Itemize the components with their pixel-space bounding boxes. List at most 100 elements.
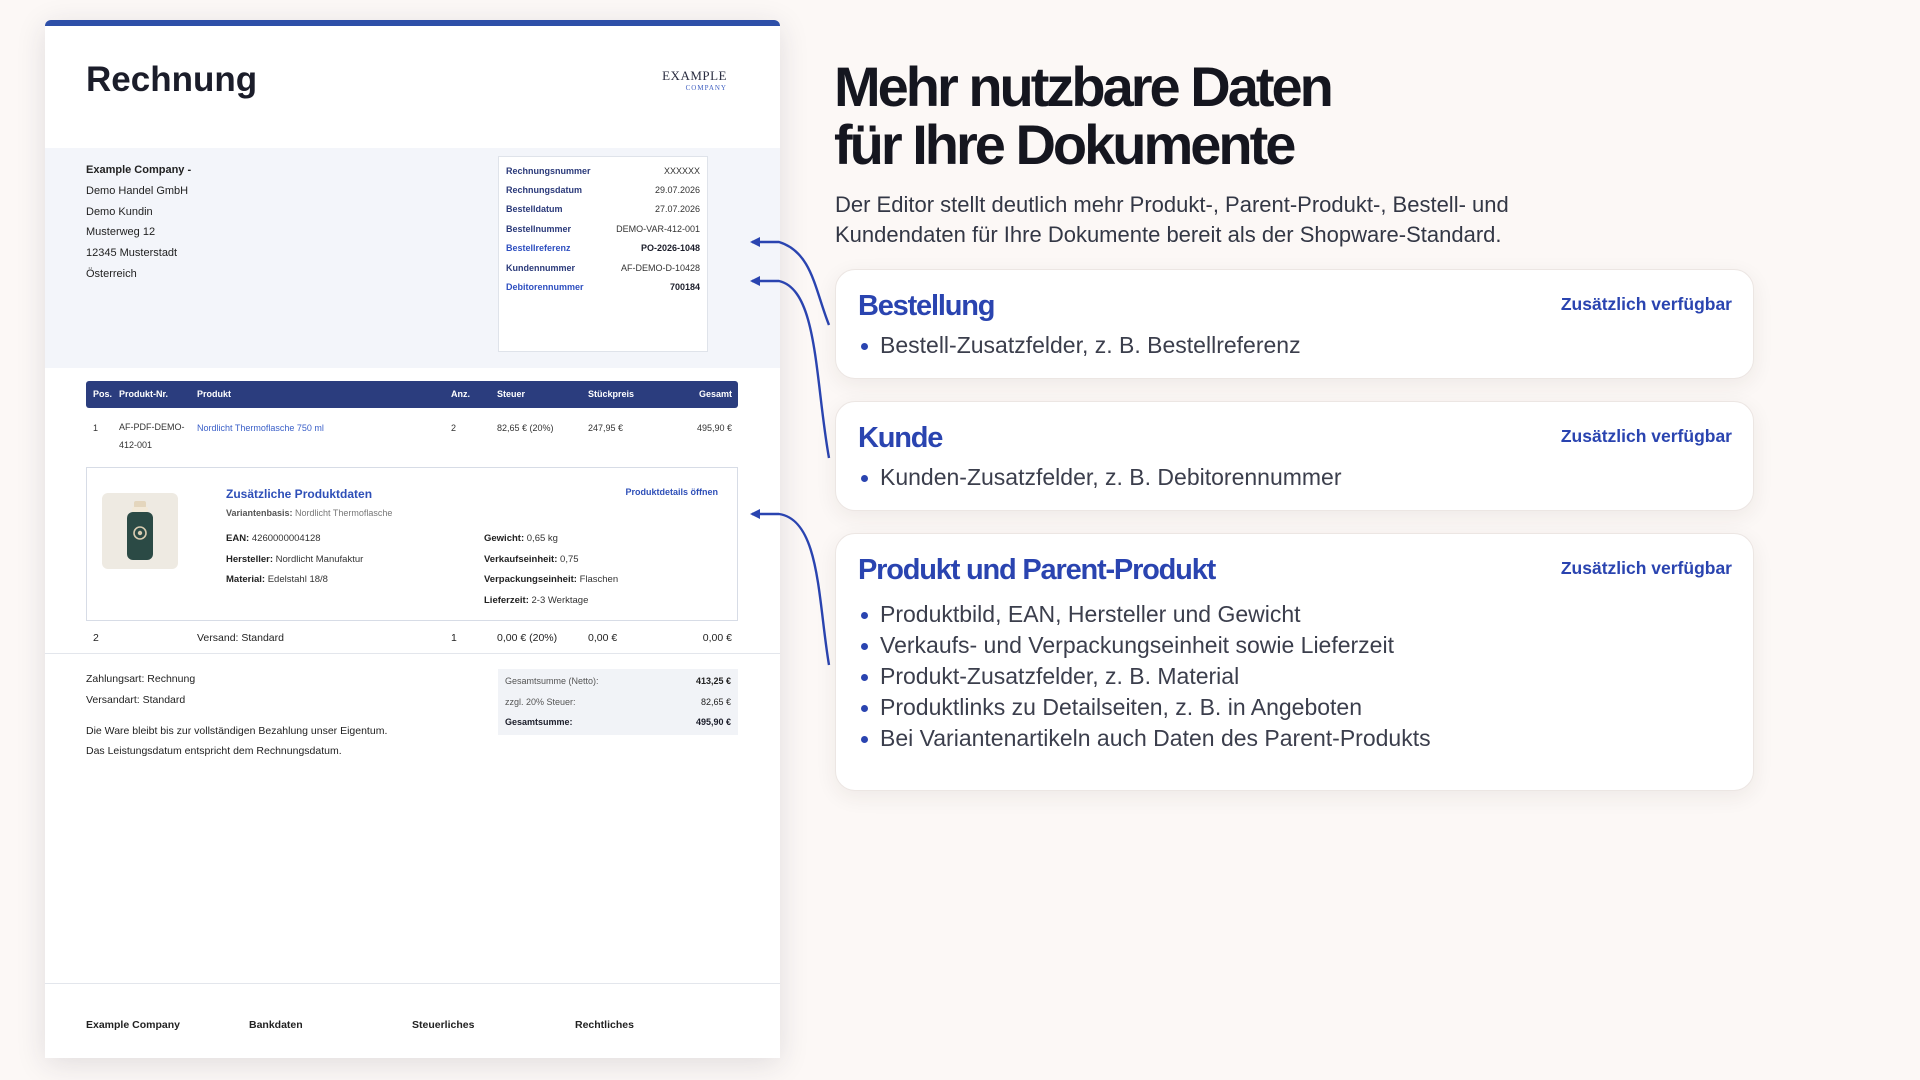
meta-value: DEMO-VAR-412-001 (616, 223, 700, 234)
payment-info: Zahlungsart: Rechnung Versandart: Standa… (86, 669, 387, 762)
card-title: Produkt und Parent-Produkt (858, 554, 1216, 586)
logo-line-1: EXAMPLE (662, 68, 727, 83)
variant-base-value: Nordlicht Thermoflasche (295, 508, 393, 518)
headline: Mehr nutzbare Daten für Ihre Dokumente (834, 55, 1334, 174)
card-title: Bestellung (858, 290, 995, 322)
meta-label: Bestelldatum (506, 204, 563, 215)
attr-label: Lieferzeit: (484, 595, 529, 607)
address-line: Demo Kundin (86, 205, 153, 218)
subheadline: Der Editor stellt deutlich mehr Produkt-… (835, 192, 1509, 247)
meta-row-invoice-date: Rechnungsdatum 29.07.2026 (506, 180, 700, 199)
cell-unit-price: 247,95 € (588, 423, 624, 433)
total-net: Gesamtsumme (Netto): 413,25 € (505, 671, 731, 692)
meta-value: 700184 (669, 282, 700, 293)
billing-address: Example Company - Demo Handel GmbH Demo … (86, 160, 191, 285)
footer-legal: Rechtliches (575, 1019, 634, 1031)
feature-card-customer: Kunde Zusätzlich verfügbar Kunden-Zusatz… (835, 401, 1754, 511)
attr-label: Material: (226, 574, 266, 586)
total-tax: zzgl. 20% Steuer: 82,65 € (505, 692, 731, 713)
footer-tax: Steuerliches (412, 1019, 475, 1031)
list-item: Bestell-Zusatzfelder, z. B. Bestellrefer… (858, 330, 1301, 361)
header-product-no: Produkt-Nr. (119, 389, 169, 399)
headline-line-1: Mehr nutzbare Daten (834, 55, 1334, 118)
total-value: 413,25 € (695, 676, 731, 687)
attr-value: 4260000004128 (251, 533, 321, 544)
attr-sales-unit: Verkaufseinheit: 0,75 (484, 550, 618, 571)
meta-row-debtor-number: Debitorennummer 700184 (506, 277, 700, 296)
address-line: 12345 Musterstadt (86, 247, 178, 260)
cell-tax: 82,65 € (20%) (497, 423, 554, 433)
header-tax: Steuer (497, 389, 526, 399)
thermos-bottle-icon (127, 501, 153, 560)
product-image (102, 493, 178, 569)
feature-list: Bestell-Zusatzfelder, z. B. Bestellrefer… (858, 330, 1301, 361)
attr-material: Material: Edelstahl 18/8 (226, 570, 363, 591)
cell-qty: 1 (451, 632, 457, 644)
product-details-link[interactable]: Produktdetails öffnen (625, 487, 718, 497)
attr-value: Flaschen (579, 574, 619, 586)
cell-tax: 0,00 € (20%) (497, 632, 558, 644)
total-label: zzgl. 20% Steuer: (505, 696, 576, 707)
attr-value: Edelstahl 18/8 (267, 574, 328, 586)
invoice-meta-box: Rechnungsnummer XXXXXX Rechnungsdatum 29.0… (498, 156, 708, 352)
total-label: Gesamtsumme (Netto): (505, 676, 599, 687)
variant-base: Variantenbasis: Nordlicht Thermoflasche (226, 508, 392, 518)
meta-label: Kundennummer (506, 262, 576, 273)
cell-description: Versand: Standard (197, 632, 284, 644)
cell-product-no: AF-PDF-DEMO-412-001 (119, 422, 185, 450)
payment-method: Zahlungsart: Rechnung (86, 673, 196, 685)
meta-value: 27.07.2026 (654, 204, 700, 215)
meta-value: 29.07.2026 (654, 185, 700, 196)
meta-value: AF-DEMO-D-10428 (620, 262, 700, 273)
attr-label: Hersteller: (226, 553, 273, 565)
attr-delivery-time: Lieferzeit: 2-3 Werktage (484, 591, 618, 612)
address-line: Example Company - (86, 164, 192, 176)
divider (45, 653, 780, 654)
list-item: Produktlinks zu Detailseiten, z. B. in A… (858, 692, 1431, 723)
availability-badge: Zusätzlich verfügbar (1560, 294, 1732, 314)
logo-line-2: COMPANY (685, 84, 727, 92)
list-item: Kunden-Zusatzfelder, z. B. Debitorennumm… (858, 462, 1342, 493)
attr-packaging-unit: Verpackungseinheit: Flaschen (484, 570, 618, 591)
attr-manufacturer: Hersteller: Nordlicht Manufaktur (226, 550, 363, 571)
meta-label: Bestellreferenz (506, 243, 571, 254)
list-item: Produktbild, EAN, Hersteller und Gewicht (858, 599, 1431, 630)
service-date-note: Das Leistungsdatum entspricht dem Rechnu… (86, 745, 342, 758)
meta-label: Debitorennummer (506, 282, 584, 293)
invoice-document: Rechnung EXAMPLE COMPANY Example Company… (45, 20, 780, 1058)
footer-bank-data: Bankdaten (249, 1019, 303, 1031)
line-items-header: Pos. Produkt-Nr. Produkt Anz. Steuer Stü… (86, 381, 738, 408)
attr-label: Verpackungseinheit: (484, 574, 577, 586)
product-card-title: Zusätzliche Produktdaten (226, 487, 373, 501)
attr-label: Verkaufseinheit: (484, 553, 558, 565)
header-total: Gesamt (698, 389, 732, 399)
meta-label: Bestellnummer (506, 223, 572, 234)
attr-ean: EAN: 4260000004128 (226, 529, 363, 550)
attr-weight: Gewicht: 0,65 kg (484, 529, 618, 550)
product-link[interactable]: Nordlicht Thermoflasche 750 ml (197, 423, 324, 433)
list-item: Produkt-Zusatzfelder, z. B. Material (858, 661, 1431, 692)
feature-card-product: Produkt und Parent-Produkt Zusätzlich ve… (835, 533, 1754, 791)
attr-value: Nordlicht Manufaktur (275, 553, 364, 565)
total-value: 82,65 € (700, 696, 731, 707)
meta-label: Rechnungsnummer (506, 165, 591, 176)
footer-company: Example Company (86, 1019, 180, 1031)
cell-qty: 2 (451, 423, 457, 433)
attr-value: 2-3 Werktage (531, 595, 589, 607)
availability-badge: Zusätzlich verfügbar (1560, 558, 1732, 578)
feature-list: Produktbild, EAN, Hersteller und Gewicht… (858, 599, 1431, 754)
meta-label: Rechnungsdatum (506, 185, 583, 196)
attr-value: 0,65 kg (526, 533, 558, 544)
header-pos: Pos. (93, 389, 113, 399)
header-qty: Anz. (451, 389, 470, 399)
attr-label: Gewicht: (484, 533, 525, 544)
meta-row-invoice-number: Rechnungsnummer XXXXXX (506, 161, 700, 180)
header-unit-price: Stückpreis (588, 389, 635, 399)
product-attributes-right: Gewicht: 0,65 kg Verkaufseinheit: 0,75 V… (484, 529, 618, 612)
meta-row-customer-number: Kundennummer AF-DEMO-D-10428 (506, 258, 700, 277)
availability-badge: Zusätzlich verfügbar (1560, 426, 1732, 446)
cell-total: 0,00 € (702, 632, 732, 644)
feature-list: Kunden-Zusatzfelder, z. B. Debitorennumm… (858, 462, 1342, 493)
meta-row-order-reference: Bestellreferenz PO-2026-1048 (506, 239, 700, 258)
feature-card-order: Bestellung Zusätzlich verfügbar Bestell-… (835, 269, 1754, 379)
